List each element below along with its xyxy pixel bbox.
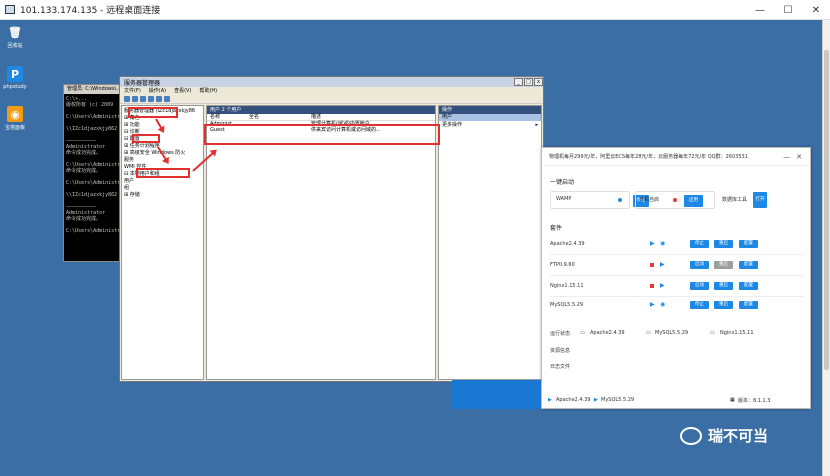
nginx-start-button[interactable]: 启动 xyxy=(690,282,709,290)
menu-view[interactable]: 查看(V) xyxy=(174,87,191,95)
log-label: 日志文件 xyxy=(550,364,571,370)
stop-icon[interactable] xyxy=(650,284,654,288)
boot-label: 开机自启 xyxy=(639,197,660,203)
menu-help[interactable]: 帮助(H) xyxy=(199,87,217,95)
export-icon[interactable] xyxy=(156,96,162,102)
folder-icon: ▭ xyxy=(646,330,651,336)
play-icon[interactable]: ▶ xyxy=(660,261,665,268)
sm-close-icon[interactable]: x xyxy=(534,78,543,86)
col-fullname[interactable]: 全名 xyxy=(249,114,311,120)
col-desc[interactable]: 描述 xyxy=(311,114,321,120)
forward-icon[interactable] xyxy=(132,96,138,102)
svc-mysql: MySQL5.5.29 xyxy=(550,302,584,308)
actions-sub: 用户 xyxy=(439,114,541,121)
play-icon[interactable]: ▶ xyxy=(660,282,665,289)
dbtool-label: 数据库工具 xyxy=(722,197,748,203)
watermark: 瑞不可当 xyxy=(680,425,768,446)
nginx-config-button[interactable]: 配置 xyxy=(739,282,758,290)
ftp-config-button[interactable]: 配置 xyxy=(739,261,758,269)
monitor-icon xyxy=(5,5,15,14)
ftp-start-button[interactable]: 启动 xyxy=(690,261,709,269)
rdp-title: 101.133.174.135 - 远程桌面连接 xyxy=(20,6,161,16)
ftp-restart-button[interactable]: 重启 xyxy=(714,261,733,269)
running-icon: ◉ xyxy=(660,301,666,308)
apache-config-button[interactable]: 配置 xyxy=(739,240,758,248)
maximize-icon[interactable]: ☐ xyxy=(774,0,802,20)
highlight-user-rows xyxy=(204,124,440,145)
min-icon[interactable]: — xyxy=(783,153,790,161)
play-icon[interactable]: ▶ xyxy=(650,240,655,247)
baota-icon: ◉ xyxy=(7,106,23,122)
version: 版本：8.1.1.3 xyxy=(738,398,771,404)
quick-start-label: 一键启动 xyxy=(550,179,575,186)
sm-actions-pane: 操作 用户 更多操作 ▸ xyxy=(438,105,542,380)
highlight-server-manager xyxy=(128,107,178,118)
tree-item[interactable]: 用户 xyxy=(124,178,201,185)
minimize-icon[interactable]: — xyxy=(746,0,774,20)
help-icon[interactable] xyxy=(164,96,170,102)
blue-panel xyxy=(452,380,541,409)
notice: 物理机每月299元/年，阿里云ECS每年28元/年，云服务器每年72元/年 QQ… xyxy=(549,154,748,160)
more-actions[interactable]: 更多操作 ▸ xyxy=(439,121,541,129)
refresh-icon[interactable] xyxy=(148,96,154,102)
mysql-stop-button[interactable]: 停止 xyxy=(690,301,709,309)
running-icon: ◉ xyxy=(660,240,666,247)
apache-restart-button[interactable]: 重启 xyxy=(714,240,733,248)
play-icon: ▶ xyxy=(594,397,598,403)
resource-label: 资源信息 xyxy=(550,348,571,354)
tree-item[interactable]: ⊞ 任务计划程序 xyxy=(124,143,201,150)
boot-enable-button[interactable]: 启用 xyxy=(684,195,703,207)
sm-menu: 文件(F) 操作(A) 查看(V) 帮助(H) xyxy=(120,87,543,95)
svc-apache: Apache2.4.39 xyxy=(550,241,585,247)
phpstudy-icon: P xyxy=(7,66,23,82)
up-icon[interactable] xyxy=(140,96,146,102)
desktop-icon-phpstudy[interactable]: P phpstudy xyxy=(0,66,30,90)
sm-user-list[interactable]: 用户 2 个用户 名称 全名 描述 Administ... 管理计算机(域)的内… xyxy=(206,105,436,380)
server-manager-window[interactable]: 服务器管理器 _ □ x 文件(F) 操作(A) 查看(V) 帮助(H) 服务器管理… xyxy=(119,76,544,382)
menu-file[interactable]: 文件(F) xyxy=(124,87,141,95)
apache-stop-button[interactable]: 停止 xyxy=(690,240,709,248)
menu-action[interactable]: 操作(A) xyxy=(149,87,166,95)
rdp-titlebar: 101.133.174.135 - 远程桌面连接 — ☐ ✕ xyxy=(0,0,830,20)
play-icon[interactable]: ▶ xyxy=(650,301,655,308)
boot-status-dot xyxy=(673,198,677,202)
recycle-bin-icon: 🗑 xyxy=(8,25,22,39)
highlight-config xyxy=(132,134,160,143)
sm-tree[interactable]: 服务器管理器 (iZc1djazxkjy86 ⊞ 角色 ⊞ 功能 ⊟ 诊断 ⊟ 配置 ⊞… xyxy=(121,105,204,380)
svc-nginx: Nginx1.15.11 xyxy=(550,283,584,289)
phpstudy-window[interactable]: 物理机每月299元/年，阿里云ECS每年28元/年，云服务器每年72元/年 QQ… xyxy=(541,147,811,409)
desktop-icon-recycle[interactable]: 🗑 回收站 xyxy=(0,24,30,50)
desktop-icon-baota[interactable]: ◉ 宝塔面板 xyxy=(0,106,30,131)
scrollbar[interactable] xyxy=(822,20,830,476)
sm-title: 服务器管理器 xyxy=(124,79,161,87)
col-name[interactable]: 名称 xyxy=(207,114,249,120)
tree-item[interactable]: ⊞ 存储 xyxy=(124,192,201,199)
running-label: 运行状态 xyxy=(550,331,571,337)
chevron-right-icon: ▸ xyxy=(535,122,538,128)
highlight-local-users xyxy=(136,168,190,178)
tree-item[interactable]: 组 xyxy=(124,185,201,192)
mysql-config-button[interactable]: 配置 xyxy=(739,301,758,309)
wamp-label: WAMP xyxy=(556,196,572,202)
wechat-icon xyxy=(680,426,702,445)
play-icon: ▶ xyxy=(548,397,552,403)
wamp-status-dot xyxy=(618,198,622,202)
sm-max-icon[interactable]: □ xyxy=(524,78,533,86)
list-header: 用户 2 个用户 xyxy=(207,106,435,114)
sm-toolbar xyxy=(120,95,543,104)
folder-icon: ▭ xyxy=(710,330,715,336)
nginx-restart-button[interactable]: 重启 xyxy=(714,282,733,290)
sm-min-icon[interactable]: _ xyxy=(514,78,523,86)
mysql-restart-button[interactable]: 重启 xyxy=(714,301,733,309)
back-icon[interactable] xyxy=(124,96,130,102)
suite-label: 套件 xyxy=(550,225,563,232)
svc-ftp: FTP0.9.60 xyxy=(550,262,575,268)
grid-icon: ▦ xyxy=(730,397,735,403)
dbtool-open-button[interactable]: 打开 xyxy=(753,192,767,208)
stop-icon[interactable] xyxy=(650,263,654,267)
actions-header: 操作 xyxy=(439,106,541,114)
folder-icon: ▭ xyxy=(580,330,585,336)
close-icon[interactable]: ✕ xyxy=(802,0,830,20)
close-icon[interactable]: ✕ xyxy=(796,153,802,161)
